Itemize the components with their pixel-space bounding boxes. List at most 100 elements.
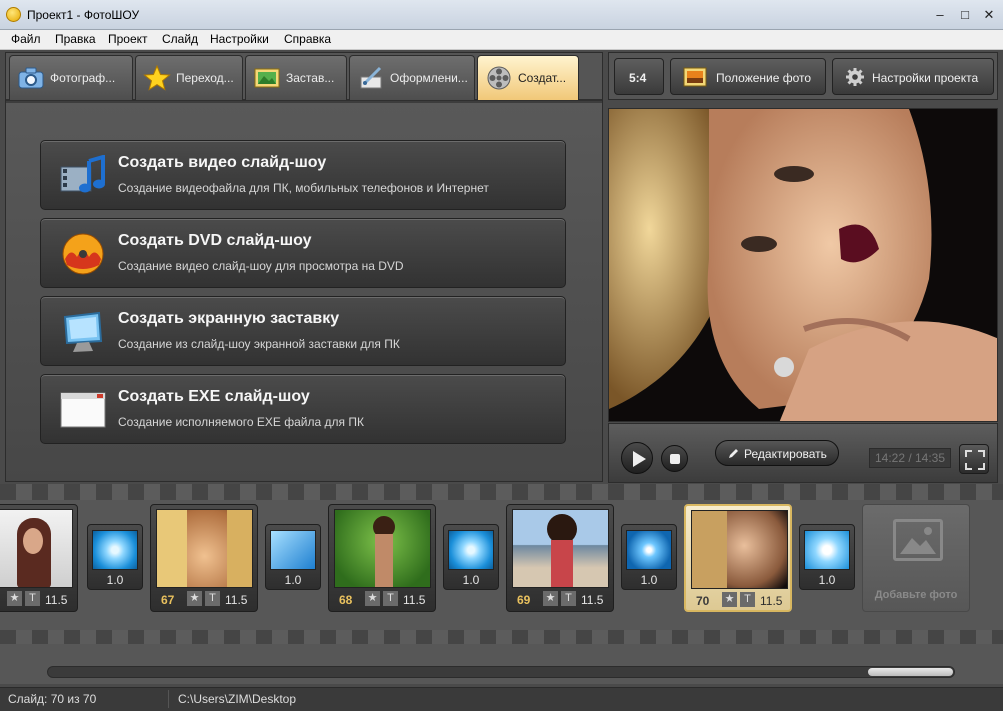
time-display: 14:22 / 14:35 bbox=[869, 448, 951, 468]
create-exe-button[interactable]: Создать EXE слайд-шоу Создание исполняем… bbox=[40, 374, 566, 444]
text-icon[interactable]: T bbox=[383, 591, 398, 606]
transition-thumbnail bbox=[626, 530, 672, 570]
left-panel: Фотограф... Переход... Застав... Оформле… bbox=[5, 52, 603, 482]
close-icon[interactable]: ✕ bbox=[979, 7, 999, 23]
project-settings-label: Настройки проекта bbox=[872, 71, 979, 85]
menu-file[interactable]: Файл bbox=[11, 32, 41, 46]
title-bar: Проект1 - ФотоШОУ – □ ✕ bbox=[0, 0, 1003, 30]
transition-duration: 1.0 bbox=[284, 573, 302, 587]
menu-project[interactable]: Проект bbox=[108, 32, 148, 46]
preview-toolbar: 5:4 Положение фото Настройки проекта bbox=[608, 52, 998, 100]
slide-item-selected[interactable]: 70 ★ T 11.5 bbox=[684, 504, 792, 612]
menu-bar: Файл Правка Проект Слайд Настройки Справ… bbox=[0, 30, 1003, 50]
slide-number: 70 bbox=[696, 594, 710, 608]
aspect-ratio-button[interactable]: 5:4 bbox=[614, 58, 664, 95]
slide-item[interactable]: 69 ★ T 11.5 bbox=[506, 504, 614, 612]
create-screensaver-button[interactable]: Создать экранную заставку Создание из сл… bbox=[40, 296, 566, 366]
scrollbar-thumb[interactable] bbox=[868, 668, 953, 676]
create-dvd-button[interactable]: Создать DVD слайд-шоу Создание видео сла… bbox=[40, 218, 566, 288]
fullscreen-icon bbox=[965, 450, 985, 470]
tab-label: Оформлени... bbox=[390, 71, 468, 85]
minimize-icon[interactable]: – bbox=[930, 7, 950, 23]
stop-button[interactable] bbox=[661, 445, 688, 472]
transition-item[interactable]: 1.0 bbox=[443, 524, 499, 590]
add-photo-button[interactable]: Добавьте фото bbox=[862, 504, 970, 612]
slide-thumbnail bbox=[512, 509, 609, 588]
status-divider bbox=[168, 690, 169, 708]
stop-icon bbox=[670, 454, 680, 464]
maximize-icon[interactable]: □ bbox=[955, 7, 975, 23]
text-icon[interactable]: T bbox=[205, 591, 220, 606]
slide-item[interactable]: ★ T 11.5 bbox=[0, 504, 78, 612]
monitor-icon bbox=[63, 311, 103, 352]
add-photo-icon bbox=[893, 519, 943, 561]
slide-number: 69 bbox=[517, 593, 531, 607]
film-reel-icon bbox=[487, 66, 511, 90]
create-video-button[interactable]: Создать видео слайд-шоу Создание видеофа… bbox=[40, 140, 566, 210]
photo-position-icon bbox=[683, 67, 707, 87]
transition-duration: 1.0 bbox=[640, 573, 658, 587]
text-icon[interactable]: T bbox=[25, 591, 40, 606]
transition-thumbnail bbox=[92, 530, 138, 570]
transition-item[interactable]: 1.0 bbox=[265, 524, 321, 590]
dvd-disc-icon bbox=[62, 233, 104, 275]
slide-duration: 11.5 bbox=[581, 593, 604, 607]
play-button[interactable] bbox=[621, 442, 653, 474]
slide-thumbnail bbox=[156, 509, 253, 588]
text-icon[interactable]: T bbox=[561, 591, 576, 606]
tab-label: Создат... bbox=[518, 71, 567, 85]
star-icon bbox=[143, 65, 171, 91]
brush-icon bbox=[360, 66, 382, 89]
tab-screensavers[interactable]: Застав... bbox=[245, 55, 347, 100]
star-icon[interactable]: ★ bbox=[543, 591, 558, 606]
film-strip-bottom bbox=[0, 630, 1003, 644]
slide-item[interactable]: 67 ★ T 11.5 bbox=[150, 504, 258, 612]
status-bar: Слайд: 70 из 70 C:\Users\ZIM\Desktop bbox=[0, 687, 1003, 711]
star-icon[interactable]: ★ bbox=[7, 591, 22, 606]
slide-duration: 11.5 bbox=[403, 593, 426, 607]
star-icon[interactable]: ★ bbox=[365, 591, 380, 606]
slide-number: 68 bbox=[339, 593, 353, 607]
menu-slide[interactable]: Слайд bbox=[162, 32, 198, 46]
tab-label: Переход... bbox=[176, 71, 234, 85]
transition-thumbnail bbox=[448, 530, 494, 570]
create-video-desc: Создание видеофайла для ПК, мобильных те… bbox=[118, 181, 489, 195]
transition-duration: 1.0 bbox=[818, 573, 836, 587]
menu-help[interactable]: Справка bbox=[284, 32, 331, 46]
play-icon bbox=[633, 451, 646, 467]
portrait-photo bbox=[609, 109, 997, 421]
slide-thumbnail bbox=[334, 509, 431, 588]
edit-button[interactable]: Редактировать bbox=[715, 440, 839, 466]
create-screensaver-title: Создать экранную заставку bbox=[118, 310, 340, 327]
aspect-ratio-label: 5:4 bbox=[629, 71, 647, 85]
tab-transitions[interactable]: Переход... bbox=[135, 55, 243, 100]
slide-counter: Слайд: 70 из 70 bbox=[8, 692, 97, 706]
star-icon[interactable]: ★ bbox=[187, 591, 202, 606]
slide-duration: 11.5 bbox=[225, 593, 248, 607]
star-icon[interactable]: ★ bbox=[722, 592, 737, 607]
video-music-icon bbox=[60, 155, 105, 193]
slide-item[interactable]: 68 ★ T 11.5 bbox=[328, 504, 436, 612]
photo-position-label: Положение фото bbox=[716, 71, 812, 85]
preview-image bbox=[608, 108, 998, 422]
tab-label: Застав... bbox=[286, 71, 335, 85]
slide-timeline: ‹ ★ T 11.5 1.0 67 ★ T 11.5 1.0 68 ★ T bbox=[0, 484, 1003, 684]
tab-bar: Фотограф... Переход... Застав... Оформле… bbox=[6, 53, 602, 101]
transition-item[interactable]: 1.0 bbox=[799, 524, 855, 590]
project-settings-button[interactable]: Настройки проекта bbox=[832, 58, 994, 95]
tab-photos[interactable]: Фотограф... bbox=[9, 55, 133, 100]
text-icon[interactable]: T bbox=[740, 592, 755, 607]
transition-item[interactable]: 1.0 bbox=[621, 524, 677, 590]
menu-edit[interactable]: Правка bbox=[55, 32, 96, 46]
tab-create[interactable]: Создат... bbox=[477, 55, 579, 100]
transition-item[interactable]: 1.0 bbox=[87, 524, 143, 590]
app-icon bbox=[6, 7, 21, 22]
photo-position-button[interactable]: Положение фото bbox=[670, 58, 826, 95]
tab-design[interactable]: Оформлени... bbox=[349, 55, 475, 100]
menu-settings[interactable]: Настройки bbox=[210, 32, 269, 46]
create-video-title: Создать видео слайд-шоу bbox=[118, 154, 327, 171]
film-strip-top bbox=[0, 484, 1003, 500]
timeline-scrollbar[interactable] bbox=[47, 666, 955, 678]
fullscreen-button[interactable] bbox=[959, 444, 989, 474]
picture-icon bbox=[254, 68, 280, 88]
